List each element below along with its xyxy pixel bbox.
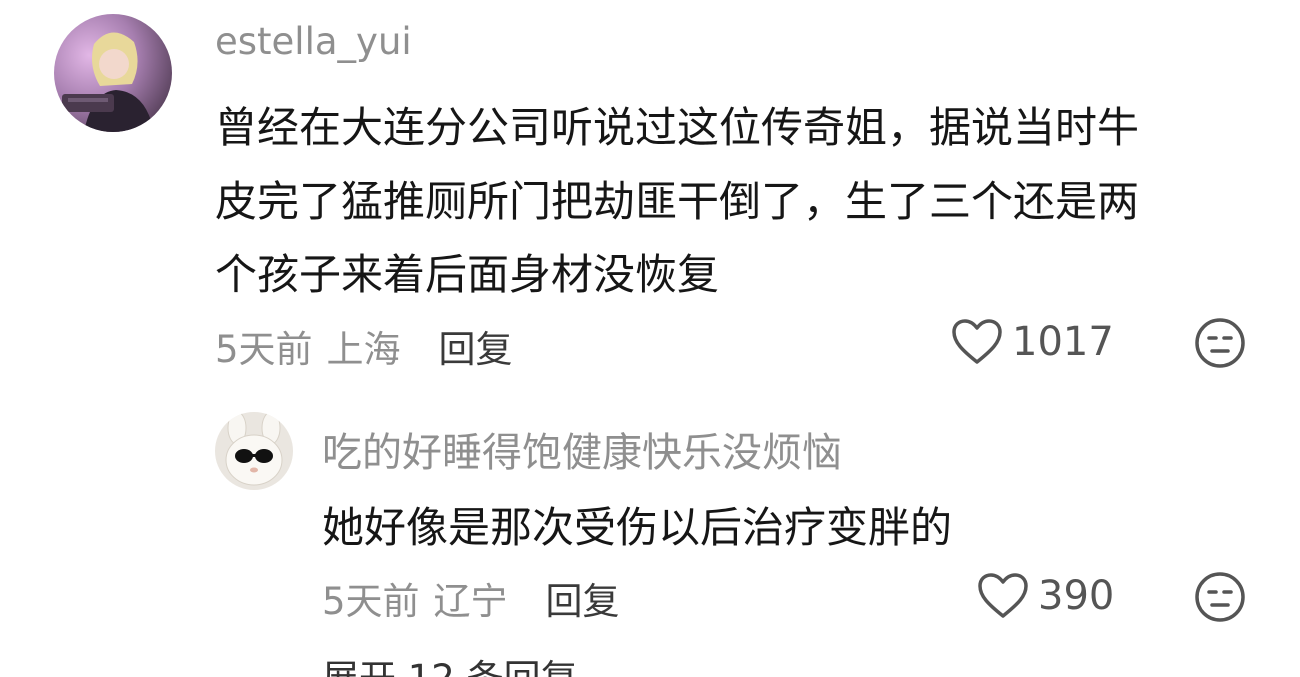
user-avatar[interactable] [215,412,293,490]
comment-time: 5天前 [322,580,420,623]
comment-username[interactable]: 吃的好睡得饱健康快乐没烦恼 [322,420,842,478]
heart-outline-icon [978,573,1028,618]
comment-location: 辽宁 [433,580,508,623]
comment-section: estella_yui 曾经在大连分公司听说过这位传奇姐，据说当时牛 皮完了猛推… [0,0,1300,677]
expand-replies-button[interactable]: 展开 12 条回复 [322,648,578,677]
comment-meta: 5天前 上海 回复 [215,319,513,373]
dislike-button[interactable] [1193,570,1247,628]
comment-username[interactable]: estella_yui [215,20,412,63]
meh-face-icon [1195,318,1245,368]
like-button[interactable]: 1017 [950,318,1114,366]
comment-text-line: 皮完了猛推厕所门把劫匪干倒了，生了三个还是两 [215,177,1140,226]
comment-meta: 5天前 辽宁 回复 [322,571,620,625]
like-count: 1017 [1012,319,1114,365]
like-button[interactable]: 390 [976,572,1114,620]
meh-face-icon [1195,572,1245,622]
like-count: 390 [1038,573,1115,619]
comment-text-line: 个孩子来着后面身材没恢复 [215,250,720,299]
anime-girl-avatar-icon [54,14,172,132]
user-avatar[interactable] [54,14,172,132]
dislike-button[interactable] [1193,316,1247,374]
reply-button[interactable]: 回复 [546,571,620,625]
comment-time: 5天前 [215,328,313,371]
comment-location: 上海 [326,328,401,371]
reply-button[interactable]: 回复 [439,319,513,373]
comment-text-line: 她好像是那次受伤以后治疗变胖的 [322,503,953,552]
heart-outline-icon [952,319,1002,364]
bunny-sunglasses-avatar-icon [215,412,293,490]
comment-text-line: 曾经在大连分公司听说过这位传奇姐，据说当时牛 [215,103,1140,152]
